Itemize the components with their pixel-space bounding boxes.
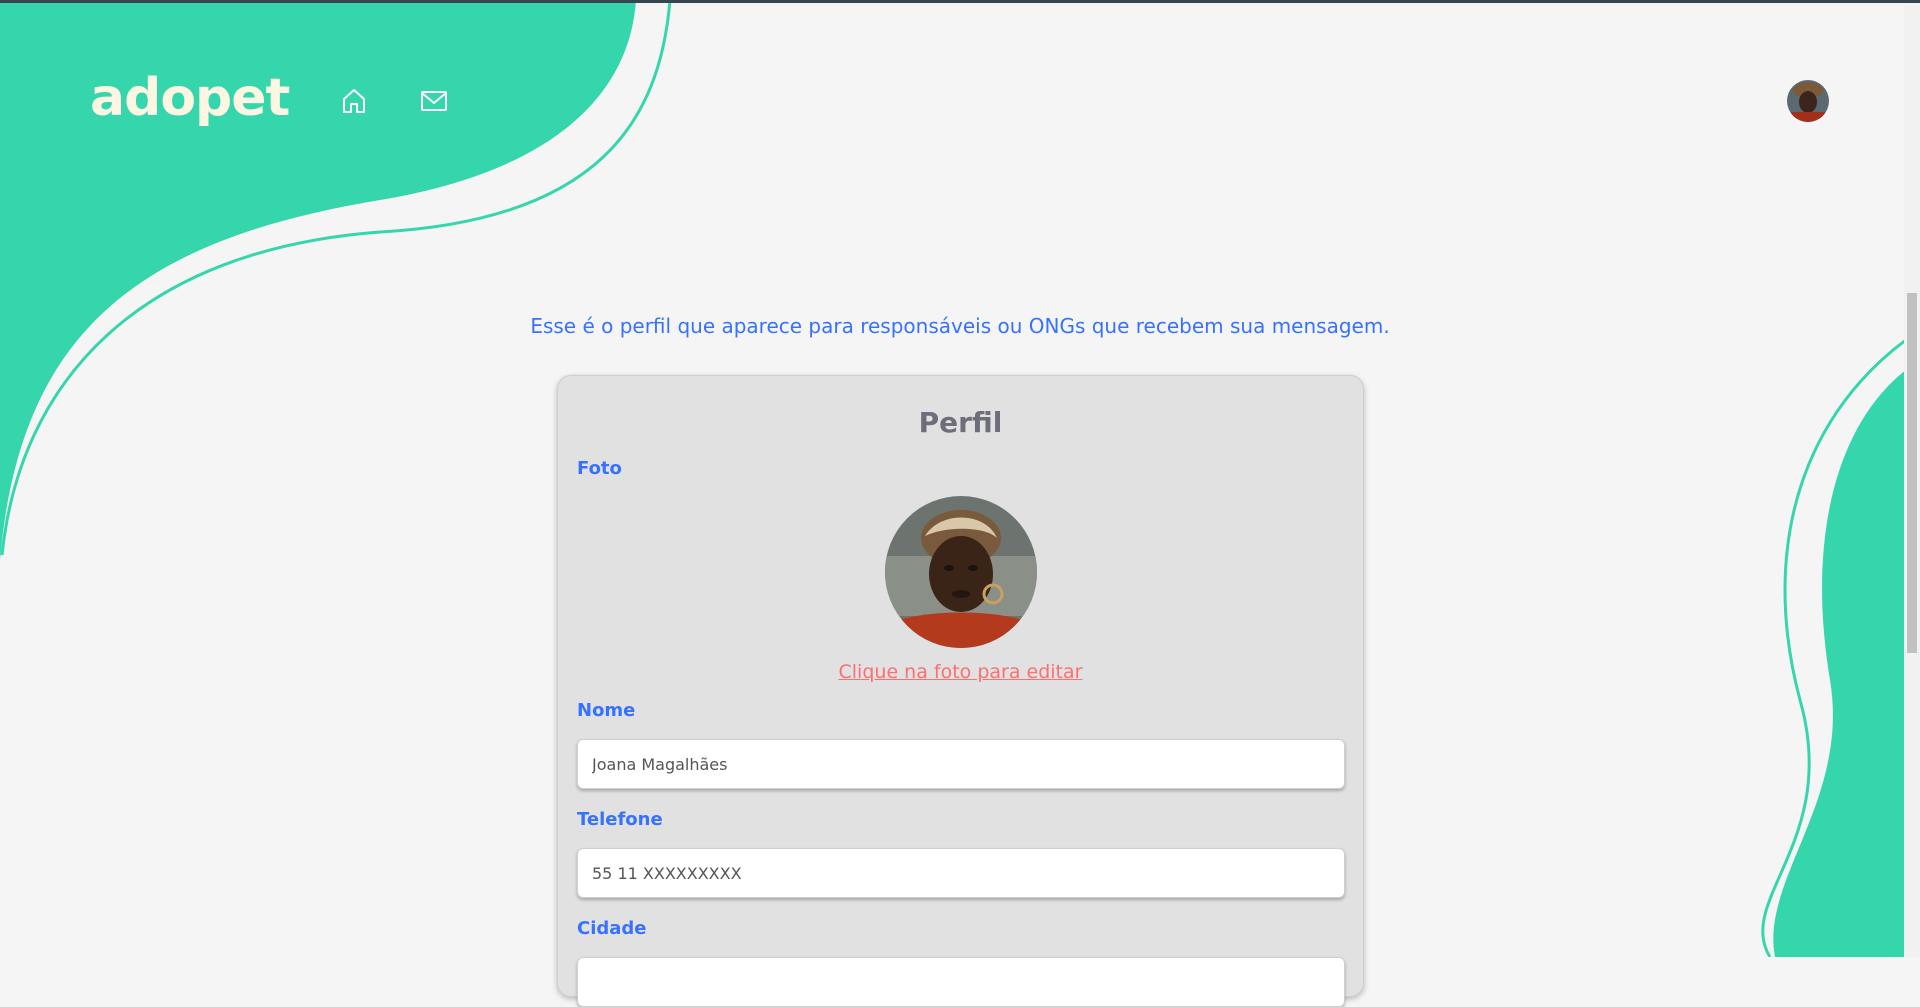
name-label: Nome (577, 700, 636, 721)
profile-card: Perfil Foto Clique na foto para editar N… (557, 375, 1364, 1007)
name-input[interactable] (577, 739, 1345, 789)
home-icon[interactable] (339, 86, 369, 116)
scrollbar-thumb[interactable] (1907, 293, 1917, 653)
intro-text: Esse é o perfil que aparece para respons… (530, 314, 1390, 338)
user-avatar[interactable] (1787, 80, 1829, 122)
mail-icon[interactable] (419, 86, 449, 116)
photo-label: Foto (577, 458, 622, 479)
edit-photo-link[interactable]: Clique na foto para editar (558, 661, 1363, 683)
city-input[interactable] (577, 957, 1345, 1007)
city-label: Cidade (577, 918, 647, 939)
card-title: Perfil (918, 406, 1003, 439)
profile-photo[interactable] (885, 496, 1037, 648)
window-top-border (0, 0, 1920, 3)
phone-input[interactable] (577, 848, 1345, 898)
header: adopet (0, 0, 1920, 200)
phone-label: Telefone (577, 809, 663, 830)
decorative-bottom-right-shape (1761, 328, 1920, 957)
adopet-logo[interactable]: adopet (90, 72, 290, 124)
scrollbar[interactable] (1904, 3, 1920, 957)
